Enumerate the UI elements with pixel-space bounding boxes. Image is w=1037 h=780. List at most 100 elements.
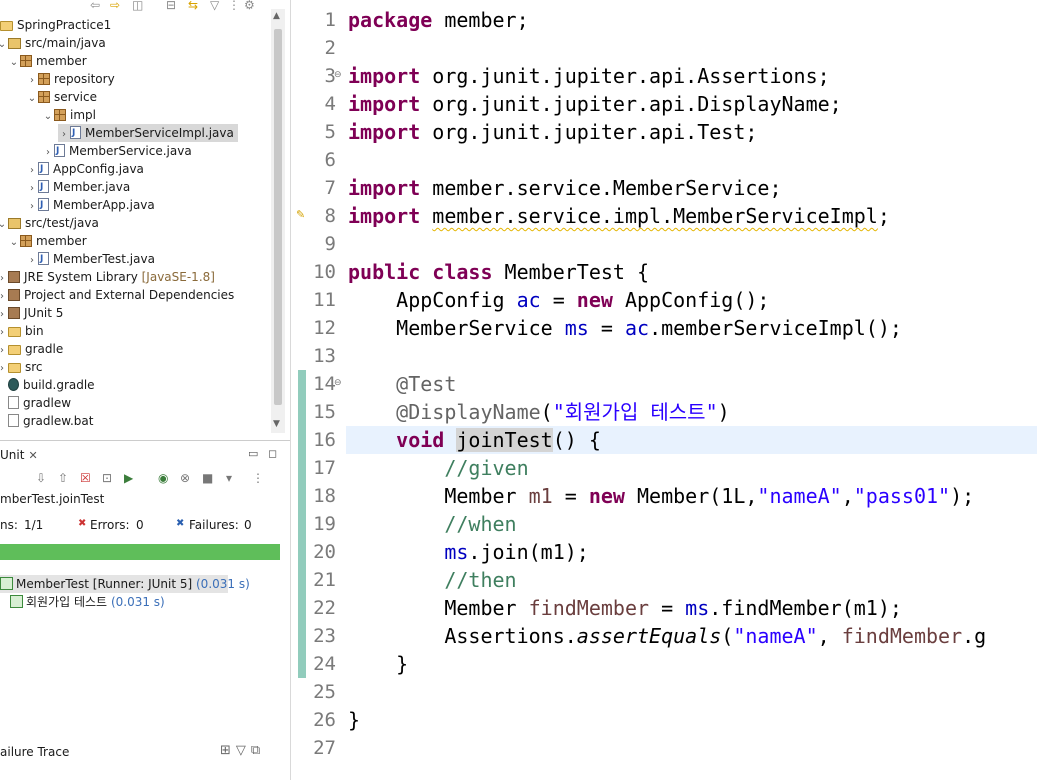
code-local-variable: findMember (528, 596, 650, 620)
tree-item-src-main-java[interactable]: ⌄ src/main/java (0, 34, 106, 52)
rerun-test-icon[interactable]: ▶ (124, 471, 133, 485)
tree-item-src[interactable]: › src (0, 358, 43, 376)
tree-item-gradle[interactable]: › gradle (0, 340, 63, 358)
maximize-icon[interactable]: ◻ (268, 447, 277, 460)
code-text: , (817, 624, 842, 648)
tree-item-membertest[interactable]: ›MemberTest.java (26, 250, 155, 268)
code-line: import org.junit.jupiter.api.Test; (348, 118, 757, 146)
failures-value: 0 (244, 518, 252, 532)
code-keyword: void (396, 428, 445, 452)
minimize-icon[interactable]: ▭ (248, 447, 258, 460)
filter-stack-icon[interactable]: ▽ (236, 743, 251, 758)
batch-file-icon (8, 414, 19, 427)
tree-item-jre[interactable]: › JRE System Library [JavaSE-1.8] (0, 268, 215, 286)
code-line: } (348, 650, 408, 678)
tree-item-repository[interactable]: › repository (26, 70, 115, 88)
tree-item-service[interactable]: ⌄ service (26, 88, 97, 106)
code-text: } (348, 708, 361, 732)
fold-collapse-icon[interactable]: ⊖ (334, 70, 342, 80)
show-failures-only-icon[interactable]: ☒ (80, 471, 91, 485)
folder-icon (8, 363, 21, 373)
scroll-up-icon[interactable]: ▲ (273, 11, 280, 21)
code-line: MemberService ms = ac.memberServiceImpl(… (348, 314, 902, 342)
line-number: 25 (313, 681, 336, 703)
package-explorer-scrollbar[interactable]: ▲ ▼ (271, 9, 285, 433)
code-line: } (348, 706, 360, 734)
chevron-down-icon[interactable]: ⌄ (0, 36, 8, 54)
code-text: ( (721, 624, 734, 648)
java-file-icon (70, 124, 81, 142)
test-history-icon[interactable]: ■ (202, 471, 213, 485)
tree-item-memberapp[interactable]: ›MemberApp.java (26, 196, 155, 214)
code-text: = (588, 316, 625, 340)
code-keyword: new (588, 484, 625, 508)
tree-item-memberservice[interactable]: ›MemberService.java (42, 142, 192, 160)
code-line: package member; (348, 6, 529, 34)
tree-item-gradlew-bat[interactable]: gradlew.bat (8, 412, 93, 430)
tree-item-member-test-package[interactable]: ⌄ member (8, 232, 87, 250)
compare-icon[interactable]: ⊞ (220, 743, 236, 758)
tree-item-junit5[interactable]: › JUnit 5 (0, 304, 63, 322)
code-line: import org.junit.jupiter.api.DisplayName… (348, 90, 842, 118)
tree-item-impl[interactable]: ⌄ impl (42, 106, 96, 124)
tree-item-gradlew[interactable]: gradlew (8, 394, 71, 412)
tree-item-label: gradle (25, 342, 64, 356)
next-failure-icon[interactable]: ⇩ (36, 471, 46, 485)
line-number: 5 (324, 121, 336, 143)
code-keyword: class (432, 260, 493, 284)
source-folder-icon (8, 38, 21, 49)
library-icon (8, 307, 20, 319)
failure-trace-label: ailure Trace (0, 745, 70, 759)
tab-junit[interactable]: Unit ✕ (0, 445, 46, 465)
code-string: "회원가입 테스트" (552, 400, 718, 424)
code-line: //then (348, 566, 516, 594)
tree-item-bin[interactable]: › bin (0, 322, 44, 340)
tree-item-appconfig[interactable]: ›AppConfig.java (26, 160, 144, 178)
test-result-case[interactable]: 회원가입 테스트 (0.031 s) (10, 593, 165, 611)
scrollbar-thumb[interactable] (274, 29, 282, 405)
scroll-down-icon[interactable]: ▼ (273, 419, 280, 429)
code-text: .findMember(m1); (709, 596, 902, 620)
warning-icon[interactable]: ✎ (296, 208, 305, 221)
chevron-right-icon[interactable]: › (0, 360, 8, 378)
test-result-suite[interactable]: MemberTest [Runner: JUnit 5] (0.031 s) (0, 575, 250, 593)
close-icon[interactable]: ✕ (28, 449, 37, 462)
test-progress-bar (0, 544, 280, 560)
rerun-failed-first-icon[interactable]: ◉ (158, 471, 168, 485)
code-keyword: new (576, 288, 613, 312)
fold-collapse-icon[interactable]: ⊖ (334, 378, 342, 388)
tree-item-memberserviceimpl[interactable]: ›MemberServiceImpl.java (58, 124, 238, 142)
stop-icon[interactable]: ⊗ (180, 471, 190, 485)
java-file-icon (38, 250, 49, 268)
code-text: Assertions. (348, 624, 577, 648)
scroll-lock-icon[interactable]: ⊡ (102, 471, 112, 485)
code-keyword: package (348, 8, 433, 32)
previous-failure-icon[interactable]: ⇧ (58, 471, 68, 485)
code-editor[interactable]: ✎ 1 2 3 4 5 6 7 8 9 10 11 12 13 14 15 16… (296, 0, 1037, 780)
code-field: ac (624, 316, 650, 340)
copy-trace-icon[interactable]: ⧉ (251, 743, 265, 758)
tree-item-src-test-java[interactable]: ⌄ src/test/java (0, 214, 99, 232)
tree-item-build-gradle[interactable]: build.gradle (8, 376, 95, 394)
tree-item-label: member (36, 54, 87, 68)
tree-item-member-package[interactable]: ⌄ member (8, 52, 87, 70)
tree-item-label: MemberService.java (69, 144, 192, 158)
code-text: ); (950, 484, 975, 508)
view-menu-icon[interactable]: ⋮ (252, 471, 264, 485)
tree-item-dependencies[interactable]: › Project and External Dependencies (0, 286, 234, 304)
code-line: void joinTest() { (348, 426, 601, 454)
code-warning-text: member.service.impl.MemberServiceImpl (432, 204, 878, 228)
line-number: 13 (313, 345, 336, 367)
chevron-down-icon[interactable]: ⌄ (26, 90, 38, 108)
chevron-down-icon[interactable]: ⌄ (42, 108, 54, 126)
chevron-down-icon[interactable]: ⌄ (8, 234, 20, 252)
line-number: 6 (324, 149, 336, 171)
history-dropdown-icon[interactable]: ▾ (226, 471, 232, 485)
chevron-down-icon[interactable]: ⌄ (0, 216, 8, 234)
chevron-down-icon[interactable]: ⌄ (8, 54, 20, 72)
tree-item-project[interactable]: SpringPractice1 (0, 16, 111, 34)
code-local-variable: findMember (841, 624, 963, 648)
errors-icon: ✖ (78, 518, 87, 529)
text-file-icon (8, 396, 19, 409)
tree-item-member-java[interactable]: ›Member.java (26, 178, 130, 196)
